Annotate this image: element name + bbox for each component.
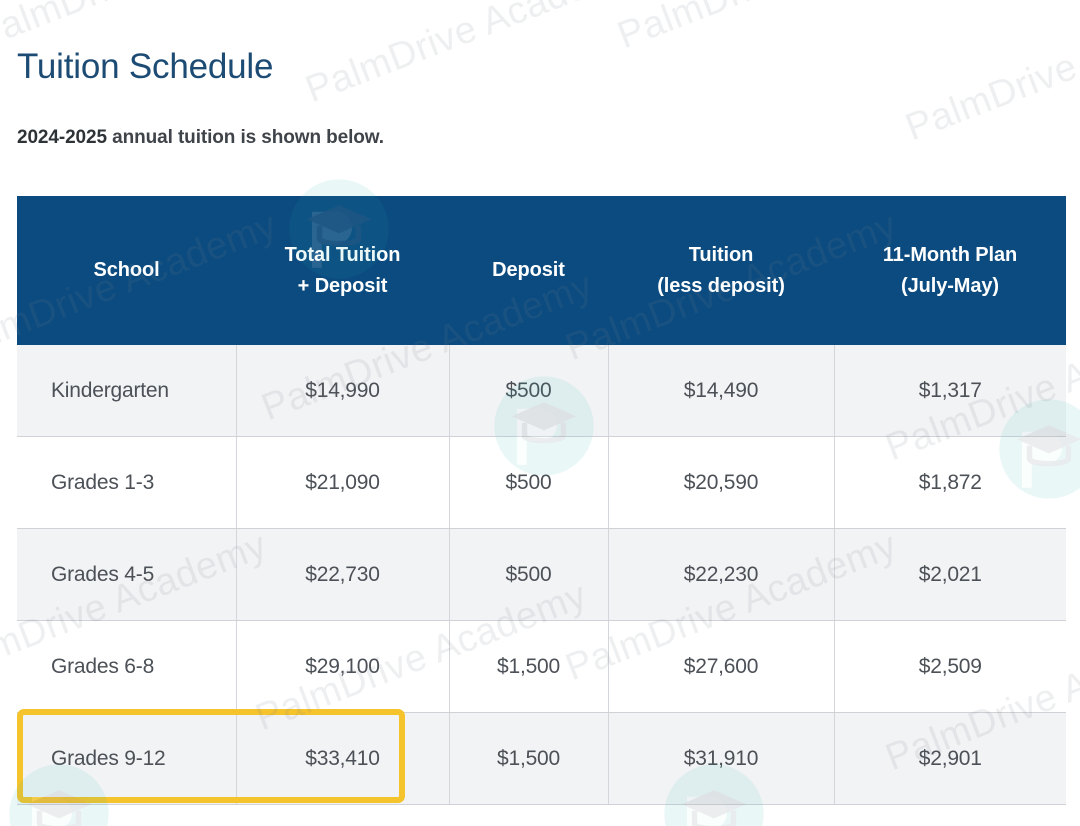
column-header-line1: School <box>93 259 160 281</box>
table-row: Grades 4-5 $22,730 $500 $22,230 $2,021 <box>17 528 1066 621</box>
tuition-table-container: School Total Tuition + Deposit Deposit T… <box>17 196 1066 805</box>
cell-eleven-month-plan: $1,317 <box>834 345 1066 437</box>
cell-tuition-less-deposit: $31,910 <box>608 712 835 805</box>
column-header-tuition-less-deposit: Tuition (less deposit) <box>608 196 834 345</box>
cell-deposit: $500 <box>449 436 609 529</box>
subtitle-text: annual tuition is shown below. <box>106 127 384 148</box>
cell-tuition-less-deposit: $20,590 <box>608 436 835 529</box>
table-row: Grades 1-3 $21,090 $500 $20,590 $1,872 <box>17 436 1066 529</box>
cell-school: Grades 6-8 <box>17 620 237 713</box>
cell-school: Kindergarten <box>17 345 237 437</box>
column-header-eleven-month-plan: 11-Month Plan (July-May) <box>834 196 1066 345</box>
column-header-line2: (less deposit) <box>657 274 785 297</box>
table-header: School Total Tuition + Deposit Deposit T… <box>17 196 1066 345</box>
column-header-line1: 11-Month Plan <box>882 243 1018 266</box>
watermark-text: PalmDrive Academy <box>900 0 1080 150</box>
cell-total-tuition-plus-deposit: $21,090 <box>236 436 450 529</box>
cell-deposit: $500 <box>449 345 609 437</box>
column-header-line2: + Deposit <box>297 274 388 297</box>
cell-eleven-month-plan: $2,021 <box>834 528 1066 621</box>
column-header-total-tuition-plus-deposit: Total Tuition + Deposit <box>236 196 449 345</box>
cell-deposit: $1,500 <box>449 620 609 713</box>
cell-school: Grades 1-3 <box>17 436 237 529</box>
table-body: Kindergarten $14,990 $500 $14,490 $1,317… <box>17 345 1066 805</box>
column-header-deposit: Deposit <box>449 196 608 345</box>
cell-deposit: $1,500 <box>449 712 609 805</box>
watermark-text: PalmDrive Academy <box>612 0 955 58</box>
subtitle-school-year: 2024-2025 <box>17 127 107 148</box>
cell-tuition-less-deposit: $27,600 <box>608 620 835 713</box>
cell-school: Grades 4-5 <box>17 528 237 621</box>
cell-tuition-less-deposit: $22,230 <box>608 528 835 621</box>
table-header-row: School Total Tuition + Deposit Deposit T… <box>17 196 1066 345</box>
cell-total-tuition-plus-deposit: $14,990 <box>236 345 450 437</box>
column-header-line1: Deposit <box>492 259 565 281</box>
column-header-line1: Total Tuition <box>284 243 401 266</box>
column-header-school: School <box>17 196 236 345</box>
cell-tuition-less-deposit: $14,490 <box>608 345 835 437</box>
table-row: Kindergarten $14,990 $500 $14,490 $1,317 <box>17 345 1066 437</box>
subtitle: 2024-2025 annual tuition is shown below. <box>17 127 384 149</box>
cell-total-tuition-plus-deposit: $33,410 <box>236 712 450 805</box>
cell-eleven-month-plan: $1,872 <box>834 436 1066 529</box>
cell-school: Grades 9-12 <box>17 712 237 805</box>
cell-total-tuition-plus-deposit: $29,100 <box>236 620 450 713</box>
table-row: Grades 9-12 $33,410 $1,500 $31,910 $2,90… <box>17 712 1066 805</box>
table-row: Grades 6-8 $29,100 $1,500 $27,600 $2,509 <box>17 620 1066 713</box>
cell-eleven-month-plan: $2,901 <box>834 712 1066 805</box>
cell-deposit: $500 <box>449 528 609 621</box>
tuition-table: School Total Tuition + Deposit Deposit T… <box>17 196 1066 805</box>
column-header-line2: (July-May) <box>901 274 999 297</box>
cell-total-tuition-plus-deposit: $22,730 <box>236 528 450 621</box>
cell-eleven-month-plan: $2,509 <box>834 620 1066 713</box>
page-title: Tuition Schedule <box>17 47 274 87</box>
column-header-line1: Tuition <box>688 243 754 266</box>
watermark-text: PalmDrive Academy <box>300 0 643 112</box>
